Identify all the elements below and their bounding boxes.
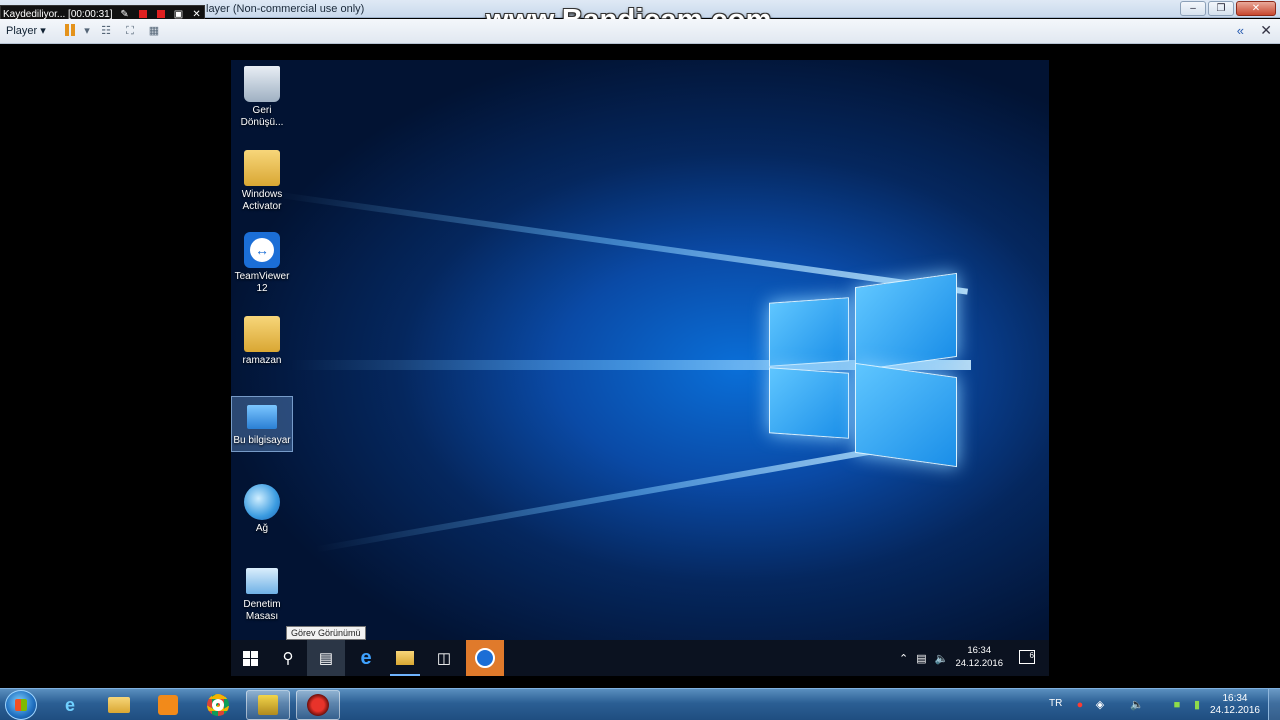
computer-icon: [247, 405, 277, 429]
bandicam-icon[interactable]: [296, 690, 340, 720]
folder-icon: [244, 150, 280, 186]
host-taskbar: e TR ● ◈ 🔈 ■ ▮ 16:34 24.12.2016: [0, 688, 1280, 720]
pause-icon[interactable]: [63, 24, 77, 38]
task-view-icon[interactable]: ▤: [307, 640, 345, 676]
maximize-button[interactable]: ❐: [1208, 1, 1234, 16]
volume-icon[interactable]: 🔈: [935, 652, 949, 665]
network-icon: [244, 484, 280, 520]
vm-screen[interactable]: Geri Dönüşü... Windows Activator ↔ TeamV…: [231, 60, 1049, 676]
recording-status: Kaydediliyor... [00:00:31]: [3, 8, 113, 20]
desktop-icon-teamviewer[interactable]: ↔ TeamViewer 12: [231, 232, 293, 295]
desktop-icon-windows-activator[interactable]: Windows Activator: [231, 150, 293, 213]
chrome-icon[interactable]: [196, 690, 240, 720]
clock-time: 16:34: [967, 645, 992, 656]
clock[interactable]: 16:34 24.12.2016: [955, 644, 1003, 670]
nvidia-icon[interactable]: ■: [1170, 698, 1184, 712]
record-icon[interactable]: ●: [1073, 698, 1087, 712]
start-icon[interactable]: [231, 640, 269, 676]
media-player-icon[interactable]: [146, 690, 190, 720]
show-desktop-button[interactable]: [1268, 689, 1280, 720]
volume-icon[interactable]: 🔈: [1130, 698, 1144, 712]
desktop-icon-label: TeamViewer 12: [234, 271, 290, 294]
network-icon[interactable]: ▤: [916, 652, 926, 665]
player-toolbar: Player ▾ ▾ ☷ ⛶ ▦ « ✕: [0, 19, 1280, 44]
dropdown-icon[interactable]: ▾: [80, 24, 94, 38]
active-indicator: [390, 674, 420, 676]
ie-icon[interactable]: e: [48, 690, 92, 720]
send-keys-icon[interactable]: ☷: [99, 24, 113, 38]
tray-app-icon[interactable]: ◈: [1093, 698, 1107, 712]
fullscreen-icon[interactable]: ⛶: [123, 24, 137, 38]
start-orb-icon[interactable]: [5, 690, 37, 720]
logo-pane: [855, 272, 957, 372]
window-title: layer (Non-commercial use only): [206, 3, 365, 15]
winrar-icon[interactable]: [246, 690, 290, 720]
unity-icon[interactable]: ▦: [147, 24, 161, 38]
file-explorer-icon[interactable]: [386, 640, 424, 676]
recycle-bin-icon: [244, 66, 280, 102]
teamviewer-icon[interactable]: [466, 640, 504, 676]
logo-pane: [769, 367, 849, 439]
desktop-icon-ramazan[interactable]: ramazan: [231, 316, 293, 367]
notification-count: 6: [1029, 651, 1034, 660]
host-clock[interactable]: 16:34 24.12.2016: [1210, 693, 1260, 717]
control-panel-icon: [246, 568, 278, 594]
explorer-icon[interactable]: [97, 690, 141, 720]
host-clock-time: 16:34: [1222, 693, 1248, 704]
desktop-icon-recycle-bin[interactable]: Geri Dönüşü...: [231, 66, 293, 129]
windows-logo: [769, 272, 961, 468]
store-icon[interactable]: ◫: [425, 640, 463, 676]
screen: layer (Non-commercial use only) – ❐ ✕ Ka…: [0, 0, 1280, 720]
logo-pane: [855, 362, 957, 468]
desktop-icon-control-panel[interactable]: Denetim Masası: [231, 568, 293, 623]
clock-date: 24.12.2016: [955, 658, 1003, 669]
desktop-icon-label: ramazan: [242, 355, 282, 366]
tray-icons: ⌃ ▤ 🔈: [899, 640, 948, 676]
player-menu[interactable]: Player ▾: [6, 24, 46, 37]
search-icon[interactable]: ⚲: [269, 640, 307, 676]
desktop-icon-label: Denetim Masası: [243, 599, 281, 622]
action-center-icon[interactable]: 6: [1019, 650, 1035, 664]
desktop-icon-label: Geri Dönüşü...: [240, 105, 284, 128]
host-clock-date: 24.12.2016: [1209, 705, 1260, 716]
desktop-icon-label: Bu bilgisayar: [233, 435, 291, 446]
desktop-icon-label: Windows Activator: [241, 189, 283, 212]
edge-icon[interactable]: e: [347, 640, 385, 676]
teamviewer-icon: ↔: [244, 232, 280, 268]
window-controls: – ❐ ✕: [1180, 1, 1276, 16]
guest-taskbar: ⚲ ▤ e ◫ ⌃ ▤ 🔈 16:34 24.12.2016 6: [231, 640, 1049, 676]
collapse-icon[interactable]: «: [1237, 23, 1244, 38]
close-icon[interactable]: ✕: [1260, 22, 1272, 39]
desktop-icon-network[interactable]: Ağ: [231, 484, 293, 535]
user-folder-icon: [244, 316, 280, 352]
tooltip: Görev Görünümü: [286, 626, 366, 640]
close-button[interactable]: ✕: [1236, 1, 1276, 16]
chevron-up-icon[interactable]: ⌃: [899, 652, 908, 665]
battery-icon[interactable]: ▮: [1190, 698, 1204, 712]
minimize-button[interactable]: –: [1180, 1, 1206, 16]
logo-pane: [769, 297, 849, 367]
language-indicator[interactable]: TR: [1049, 698, 1062, 709]
desktop-icon-this-pc[interactable]: Bu bilgisayar: [231, 396, 293, 452]
desktop-icon-label: Ağ: [255, 523, 269, 534]
